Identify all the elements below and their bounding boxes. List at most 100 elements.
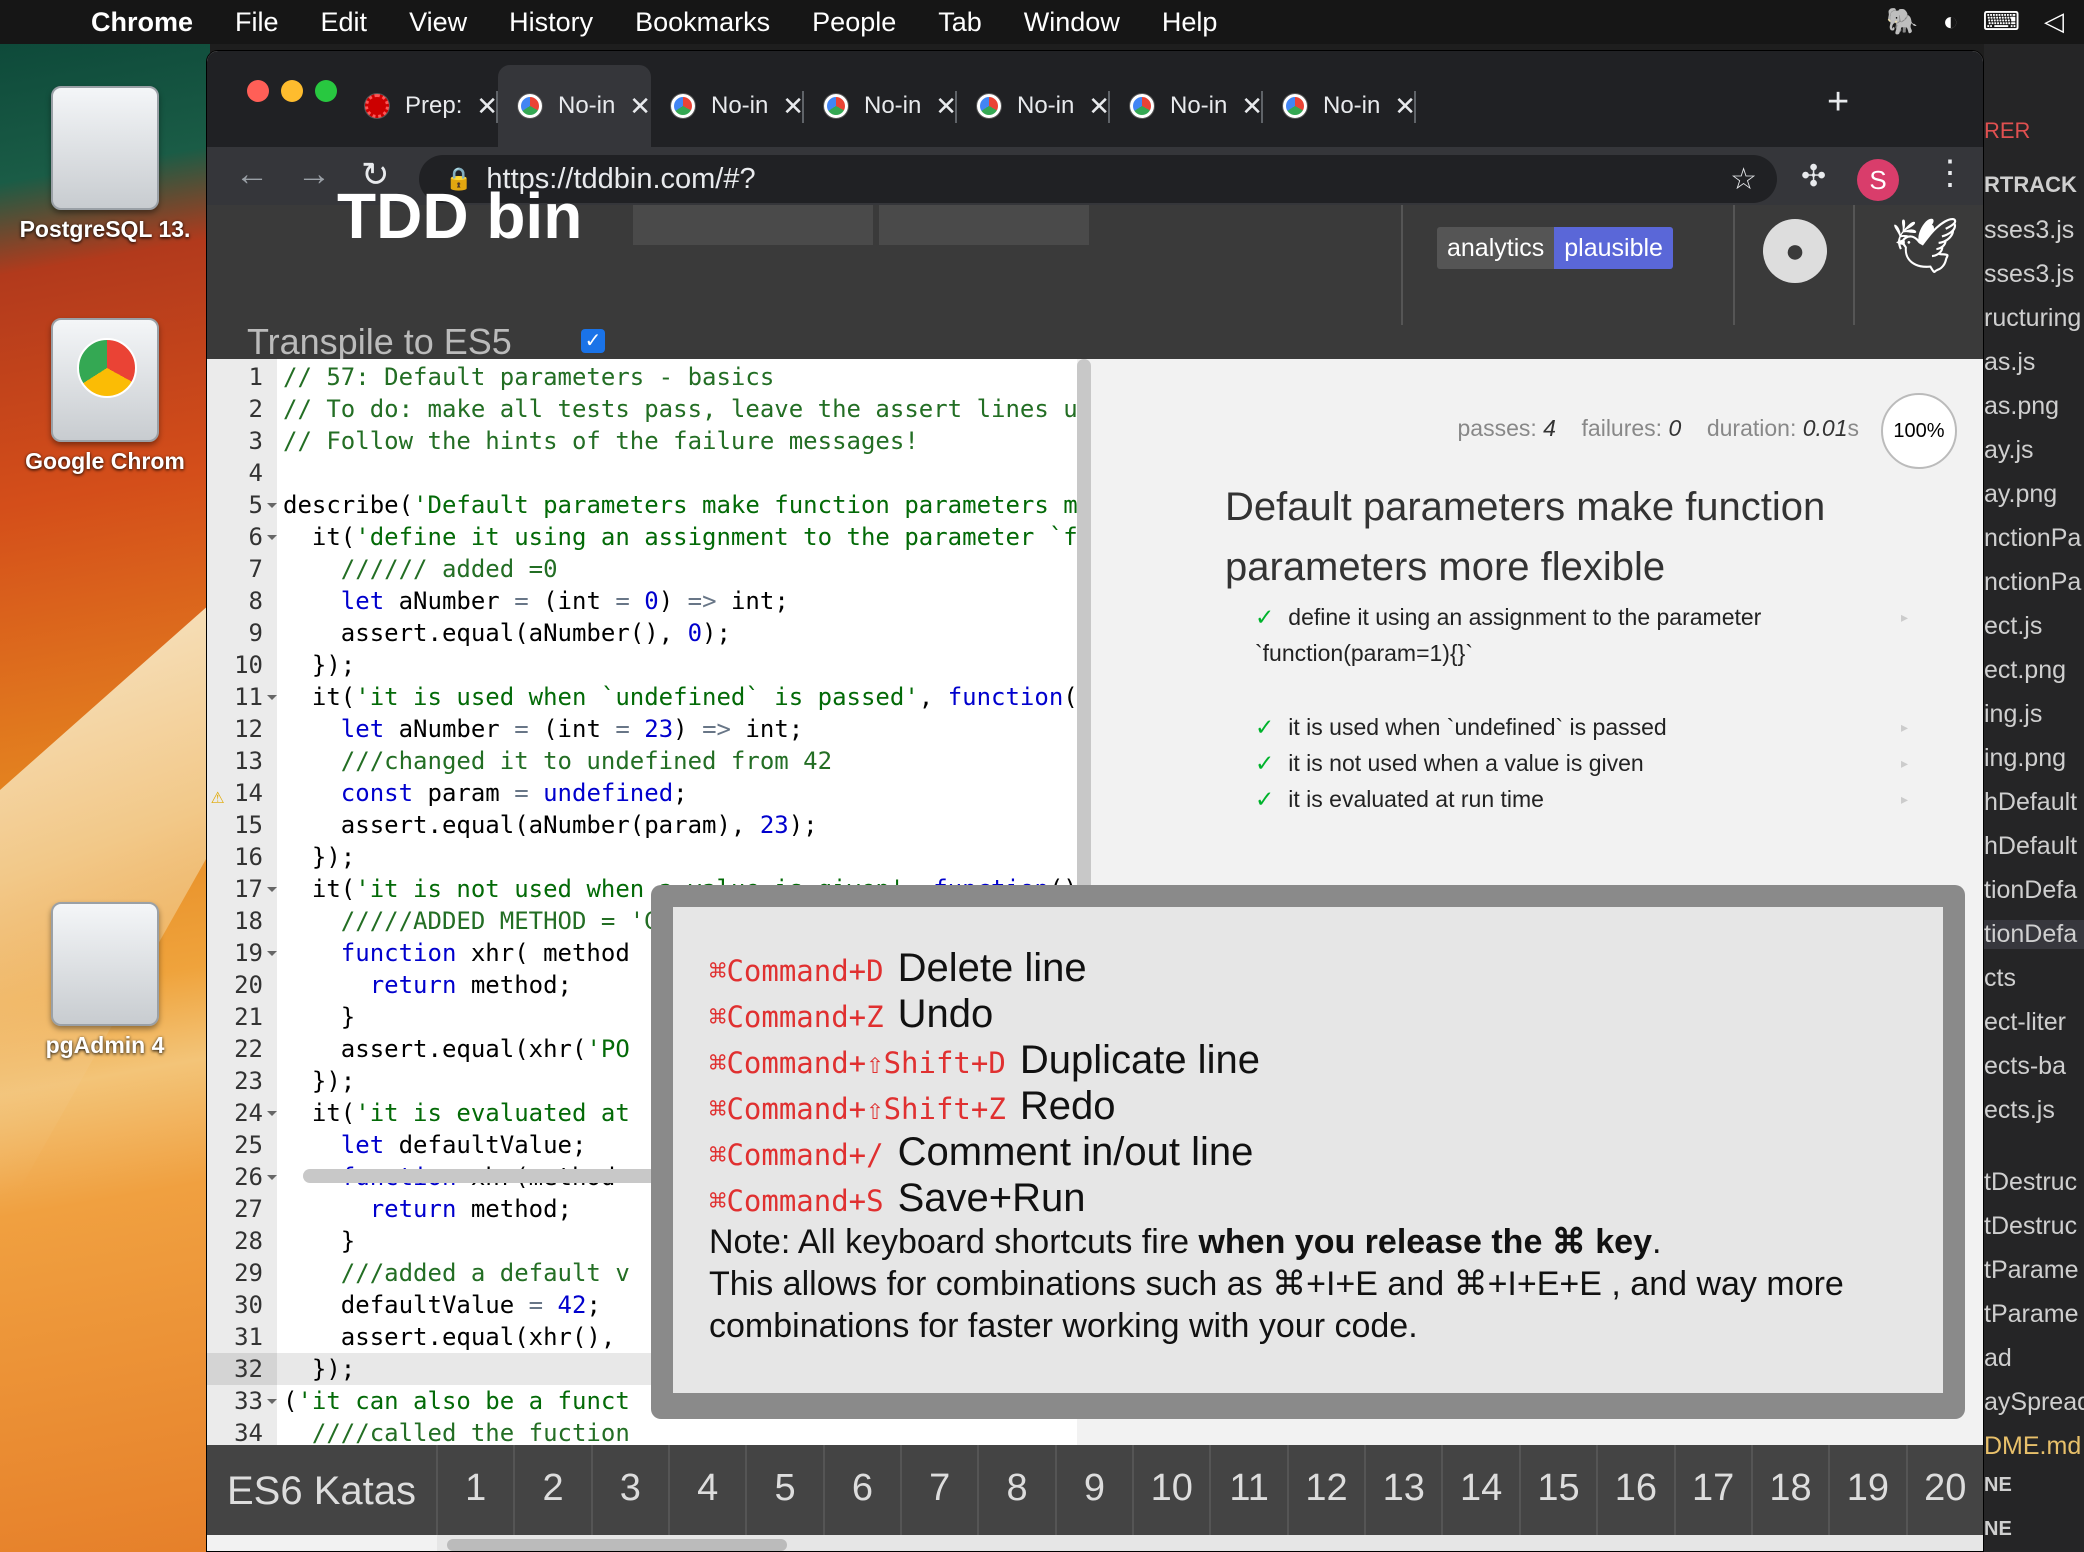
tab-close-icon[interactable]: ✕ xyxy=(629,91,651,122)
code-line[interactable]: } xyxy=(283,1225,355,1257)
desktop-icon-postgresql[interactable]: PostgreSQL 13. xyxy=(0,86,210,243)
code-line[interactable]: let aNumber = (int = 0) => int; xyxy=(283,585,789,617)
line-number[interactable]: 2 xyxy=(207,393,277,425)
ide-file-entry[interactable]: ect-liter xyxy=(1984,1008,2066,1037)
transpile-checkbox[interactable]: ✓ xyxy=(581,329,605,353)
ide-file-entry[interactable]: ect.png xyxy=(1984,656,2066,685)
header-tab[interactable] xyxy=(633,205,873,245)
menu-bookmarks[interactable]: Bookmarks xyxy=(614,7,791,38)
desktop-icon-pgadmin[interactable]: pgAdmin 4 xyxy=(0,902,210,1059)
ide-file-entry[interactable]: ay.js xyxy=(1984,436,2034,465)
menu-history[interactable]: History xyxy=(488,7,614,38)
ide-file-entry[interactable]: DME.md xyxy=(1984,1432,2081,1461)
ide-file-entry[interactable]: tDestruc xyxy=(1984,1168,2077,1197)
line-number[interactable]: 25 xyxy=(207,1129,277,1161)
analytics-badge[interactable]: analytics plausible xyxy=(1437,227,1673,269)
page-horizontal-scrollbar[interactable] xyxy=(437,1535,1983,1551)
tab-close-icon[interactable]: ✕ xyxy=(782,91,804,122)
postgres-elephant-icon[interactable]: 🐘 xyxy=(1886,6,1918,37)
code-line[interactable]: }); xyxy=(283,1065,355,1097)
line-number[interactable]: 7 xyxy=(207,553,277,585)
menu-help[interactable]: Help xyxy=(1141,7,1239,38)
replay-arrow-icon[interactable]: ▸ xyxy=(1901,745,1908,781)
volume-muted-icon[interactable]: ◁ xyxy=(2044,6,2064,37)
ide-file-entry[interactable]: ect.js xyxy=(1984,612,2042,641)
ide-file-entry[interactable]: ructuring xyxy=(1984,304,2081,333)
kata-link-4[interactable]: 4 xyxy=(668,1445,745,1535)
code-line[interactable]: describe('Default parameters make functi… xyxy=(283,489,1077,521)
kata-link-15[interactable]: 15 xyxy=(1518,1445,1596,1535)
keyboard-icon[interactable]: ⌨ xyxy=(1982,6,2020,37)
ide-file-entry[interactable]: RER xyxy=(1984,118,2030,144)
tab-close-icon[interactable]: ✕ xyxy=(1088,91,1110,122)
code-line[interactable]: defaultValue = 42; xyxy=(283,1289,601,1321)
ide-file-entry[interactable]: tParame xyxy=(1984,1256,2078,1285)
minimize-window-button[interactable] xyxy=(281,80,303,102)
line-number[interactable]: 11 xyxy=(207,681,277,713)
code-line[interactable]: ///changed it to undefined from 42 xyxy=(283,745,832,777)
kata-link-8[interactable]: 8 xyxy=(977,1445,1054,1535)
ide-file-entry[interactable]: ing.png xyxy=(1984,744,2066,773)
browser-tab[interactable]: No-ins ✕ xyxy=(498,65,651,147)
kata-link-3[interactable]: 3 xyxy=(590,1445,668,1535)
code-line[interactable]: }); xyxy=(283,649,355,681)
line-number[interactable]: 1 xyxy=(207,361,277,393)
line-number[interactable]: 12 xyxy=(207,713,277,745)
replay-arrow-icon[interactable]: ▸ xyxy=(1901,599,1908,635)
code-line[interactable]: it('it is evaluated at xyxy=(283,1097,630,1129)
new-tab-button[interactable]: + xyxy=(1827,81,1849,124)
code-line[interactable]: let aNumber = (int = 23) => int; xyxy=(283,713,803,745)
line-number[interactable]: 21 xyxy=(207,1001,277,1033)
line-number[interactable]: 17 xyxy=(207,873,277,905)
ide-file-entry[interactable]: aySpread xyxy=(1984,1388,2084,1417)
menu-kebab-icon[interactable]: ⋮ xyxy=(1933,153,1967,193)
code-line[interactable]: // Follow the hints of the failure messa… xyxy=(283,425,919,457)
line-number[interactable]: 16 xyxy=(207,841,277,873)
ide-file-entry[interactable]: ad xyxy=(1984,1344,2012,1373)
ide-file-entry[interactable]: sses3.js xyxy=(1984,216,2074,245)
line-number[interactable]: 4 xyxy=(207,457,277,489)
test-item[interactable]: ✓ it is not used when a value is given ▸ xyxy=(1255,745,1908,781)
test-item[interactable]: ✓ it is used when `undefined` is passed ▸ xyxy=(1255,709,1908,745)
code-line[interactable]: function xhr( method xyxy=(283,937,630,969)
line-number[interactable]: 8 xyxy=(207,585,277,617)
ide-file-entry[interactable]: NE xyxy=(1984,1474,2012,1497)
ide-file-entry[interactable]: as.js xyxy=(1984,348,2035,377)
line-number[interactable]: 18 xyxy=(207,905,277,937)
ide-file-entry[interactable]: hDefault xyxy=(1984,832,2077,861)
ide-file-entry[interactable]: ay.png xyxy=(1984,480,2057,509)
ide-file-entry[interactable]: as.png xyxy=(1984,392,2059,421)
code-line[interactable]: assert.equal(xhr('PO xyxy=(283,1033,630,1065)
code-line[interactable]: } xyxy=(283,1001,355,1033)
ide-file-entry[interactable]: tParame xyxy=(1984,1300,2078,1329)
tab-close-icon[interactable]: ✕ xyxy=(935,91,957,122)
line-number[interactable]: 29 xyxy=(207,1257,277,1289)
replay-arrow-icon[interactable]: ▸ xyxy=(1901,709,1908,745)
menu-file[interactable]: File xyxy=(214,7,300,38)
ide-file-entry[interactable]: ects-ba xyxy=(1984,1052,2066,1081)
back-arrow-icon[interactable]: ← xyxy=(235,155,269,194)
code-line[interactable]: return method; xyxy=(283,969,572,1001)
menu-tab[interactable]: Tab xyxy=(917,7,1003,38)
line-number[interactable]: 22 xyxy=(207,1033,277,1065)
kata-link-9[interactable]: 9 xyxy=(1054,1445,1132,1535)
ide-file-entry[interactable]: sses3.js xyxy=(1984,260,2074,289)
ide-file-entry[interactable]: tDestruc xyxy=(1984,1212,2077,1241)
site-logo[interactable]: TDD bin xyxy=(337,179,582,253)
extensions-puzzle-icon[interactable]: ✣ xyxy=(1801,159,1826,194)
menu-window[interactable]: Window xyxy=(1003,7,1141,38)
replay-arrow-icon[interactable]: ▸ xyxy=(1901,781,1908,817)
scrollbar-thumb[interactable] xyxy=(447,1539,787,1551)
line-number[interactable]: 6 xyxy=(207,521,278,553)
ide-file-entry[interactable]: tionDefa xyxy=(1984,876,2077,905)
ide-file-entry[interactable]: ing.js xyxy=(1984,700,2042,729)
kata-link-12[interactable]: 12 xyxy=(1286,1445,1364,1535)
menu-edit[interactable]: Edit xyxy=(300,7,389,38)
code-line[interactable]: let defaultValue; xyxy=(283,1129,587,1161)
line-number[interactable]: 31 xyxy=(207,1321,277,1353)
desktop-icon-chrome[interactable]: Google Chrom xyxy=(0,318,210,475)
ide-file-entry[interactable]: hDefault xyxy=(1984,788,2077,817)
line-number[interactable]: 28 xyxy=(207,1225,277,1257)
code-line[interactable]: /////ADDED METHOD = 'GET' xyxy=(283,905,702,937)
line-number[interactable]: ⚠ 14 xyxy=(207,777,277,809)
